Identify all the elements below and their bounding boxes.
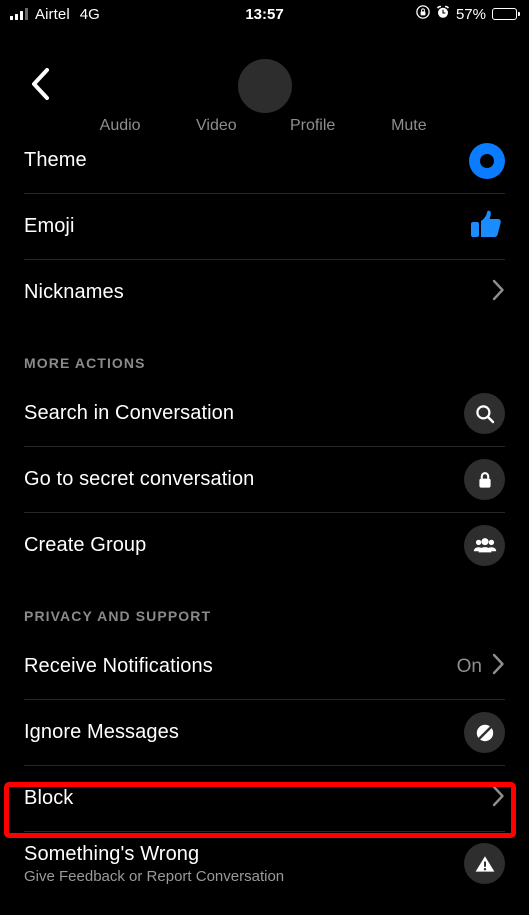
row-accessory-theme[interactable] bbox=[469, 142, 505, 179]
row-accessory-secret[interactable] bbox=[464, 459, 505, 500]
row-label-emoji: Emoji bbox=[24, 215, 75, 237]
row-label-create-group: Create Group bbox=[24, 534, 147, 556]
row-label-block: Block bbox=[24, 787, 74, 809]
row-label-secret-conversation: Go to secret conversation bbox=[24, 468, 255, 490]
row-accessory-create-group[interactable] bbox=[464, 525, 505, 566]
status-bar-left: Airtel 4G bbox=[10, 6, 100, 23]
row-create-group[interactable]: Create Group bbox=[0, 513, 529, 578]
signal-bars-icon bbox=[10, 8, 28, 20]
row-block[interactable]: Block bbox=[0, 766, 529, 831]
row-accessory-ignore-messages[interactable] bbox=[464, 712, 505, 753]
row-label-somethings-wrong: Something's Wrong bbox=[24, 842, 200, 865]
chevron-right-icon bbox=[492, 279, 505, 306]
row-search-in-conversation[interactable]: Search in Conversation bbox=[0, 381, 529, 446]
row-label-nicknames: Nicknames bbox=[24, 281, 124, 303]
status-bar-right: 57% bbox=[416, 5, 520, 23]
row-accessory-nicknames bbox=[492, 279, 505, 306]
receive-notifications-value: On bbox=[456, 655, 482, 677]
search-icon[interactable] bbox=[464, 393, 505, 434]
row-receive-notifications[interactable]: Receive Notifications On bbox=[0, 634, 529, 699]
settings-list: Theme Emoji Nicknames MORE ACTIONS Searc… bbox=[0, 128, 529, 895]
row-accessory-receive-notifications: On bbox=[457, 653, 505, 680]
warning-triangle-icon[interactable] bbox=[464, 843, 505, 884]
row-label-search-in-conversation: Search in Conversation bbox=[24, 402, 235, 424]
row-subtitle-somethings-wrong: Give Feedback or Report Conversation bbox=[24, 867, 285, 885]
row-ignore-messages[interactable]: Ignore Messages bbox=[0, 700, 529, 765]
battery-percent-label: 57% bbox=[455, 5, 486, 23]
alarm-clock-icon bbox=[436, 5, 450, 23]
thread-header: Audio Video Profile Mute bbox=[0, 28, 529, 134]
row-text-somethings-wrong: Something's Wrong Give Feedback or Repor… bbox=[24, 843, 284, 885]
row-somethings-wrong[interactable]: Something's Wrong Give Feedback or Repor… bbox=[0, 832, 529, 895]
row-accessory-search[interactable] bbox=[464, 393, 505, 434]
row-accessory-somethings-wrong[interactable] bbox=[464, 843, 505, 884]
chevron-left-icon bbox=[29, 67, 53, 106]
section-header-more-actions: MORE ACTIONS bbox=[24, 355, 146, 371]
chevron-right-icon bbox=[492, 653, 505, 680]
carrier-label: Airtel bbox=[35, 5, 70, 23]
rotation-lock-icon bbox=[416, 5, 430, 23]
row-emoji[interactable]: Emoji bbox=[0, 194, 529, 259]
phone-screen: Airtel 4G 13:57 57% Audio Video Profile … bbox=[0, 0, 529, 915]
row-label-ignore-messages: Ignore Messages bbox=[24, 721, 179, 743]
network-type-label: 4G bbox=[79, 5, 100, 23]
battery-icon bbox=[492, 8, 520, 20]
row-accessory-block bbox=[492, 785, 505, 812]
status-bar: Airtel 4G 13:57 57% bbox=[0, 0, 529, 28]
group-people-icon[interactable] bbox=[464, 525, 505, 566]
ignore-slash-icon[interactable] bbox=[464, 712, 505, 753]
lock-icon[interactable] bbox=[464, 459, 505, 500]
section-header-privacy-and-support: PRIVACY AND SUPPORT bbox=[24, 608, 212, 624]
row-label-receive-notifications: Receive Notifications bbox=[24, 655, 213, 677]
row-label-theme: Theme bbox=[24, 149, 87, 171]
row-go-to-secret-conversation[interactable]: Go to secret conversation bbox=[0, 447, 529, 512]
back-button[interactable] bbox=[24, 67, 58, 106]
row-accessory-emoji[interactable] bbox=[467, 205, 505, 248]
thumbs-up-icon[interactable] bbox=[467, 205, 505, 248]
theme-color-circle-icon[interactable] bbox=[469, 142, 505, 179]
avatar[interactable] bbox=[237, 59, 292, 113]
row-theme[interactable]: Theme bbox=[0, 128, 529, 193]
chevron-right-icon bbox=[492, 785, 505, 812]
row-nicknames[interactable]: Nicknames bbox=[0, 260, 529, 325]
